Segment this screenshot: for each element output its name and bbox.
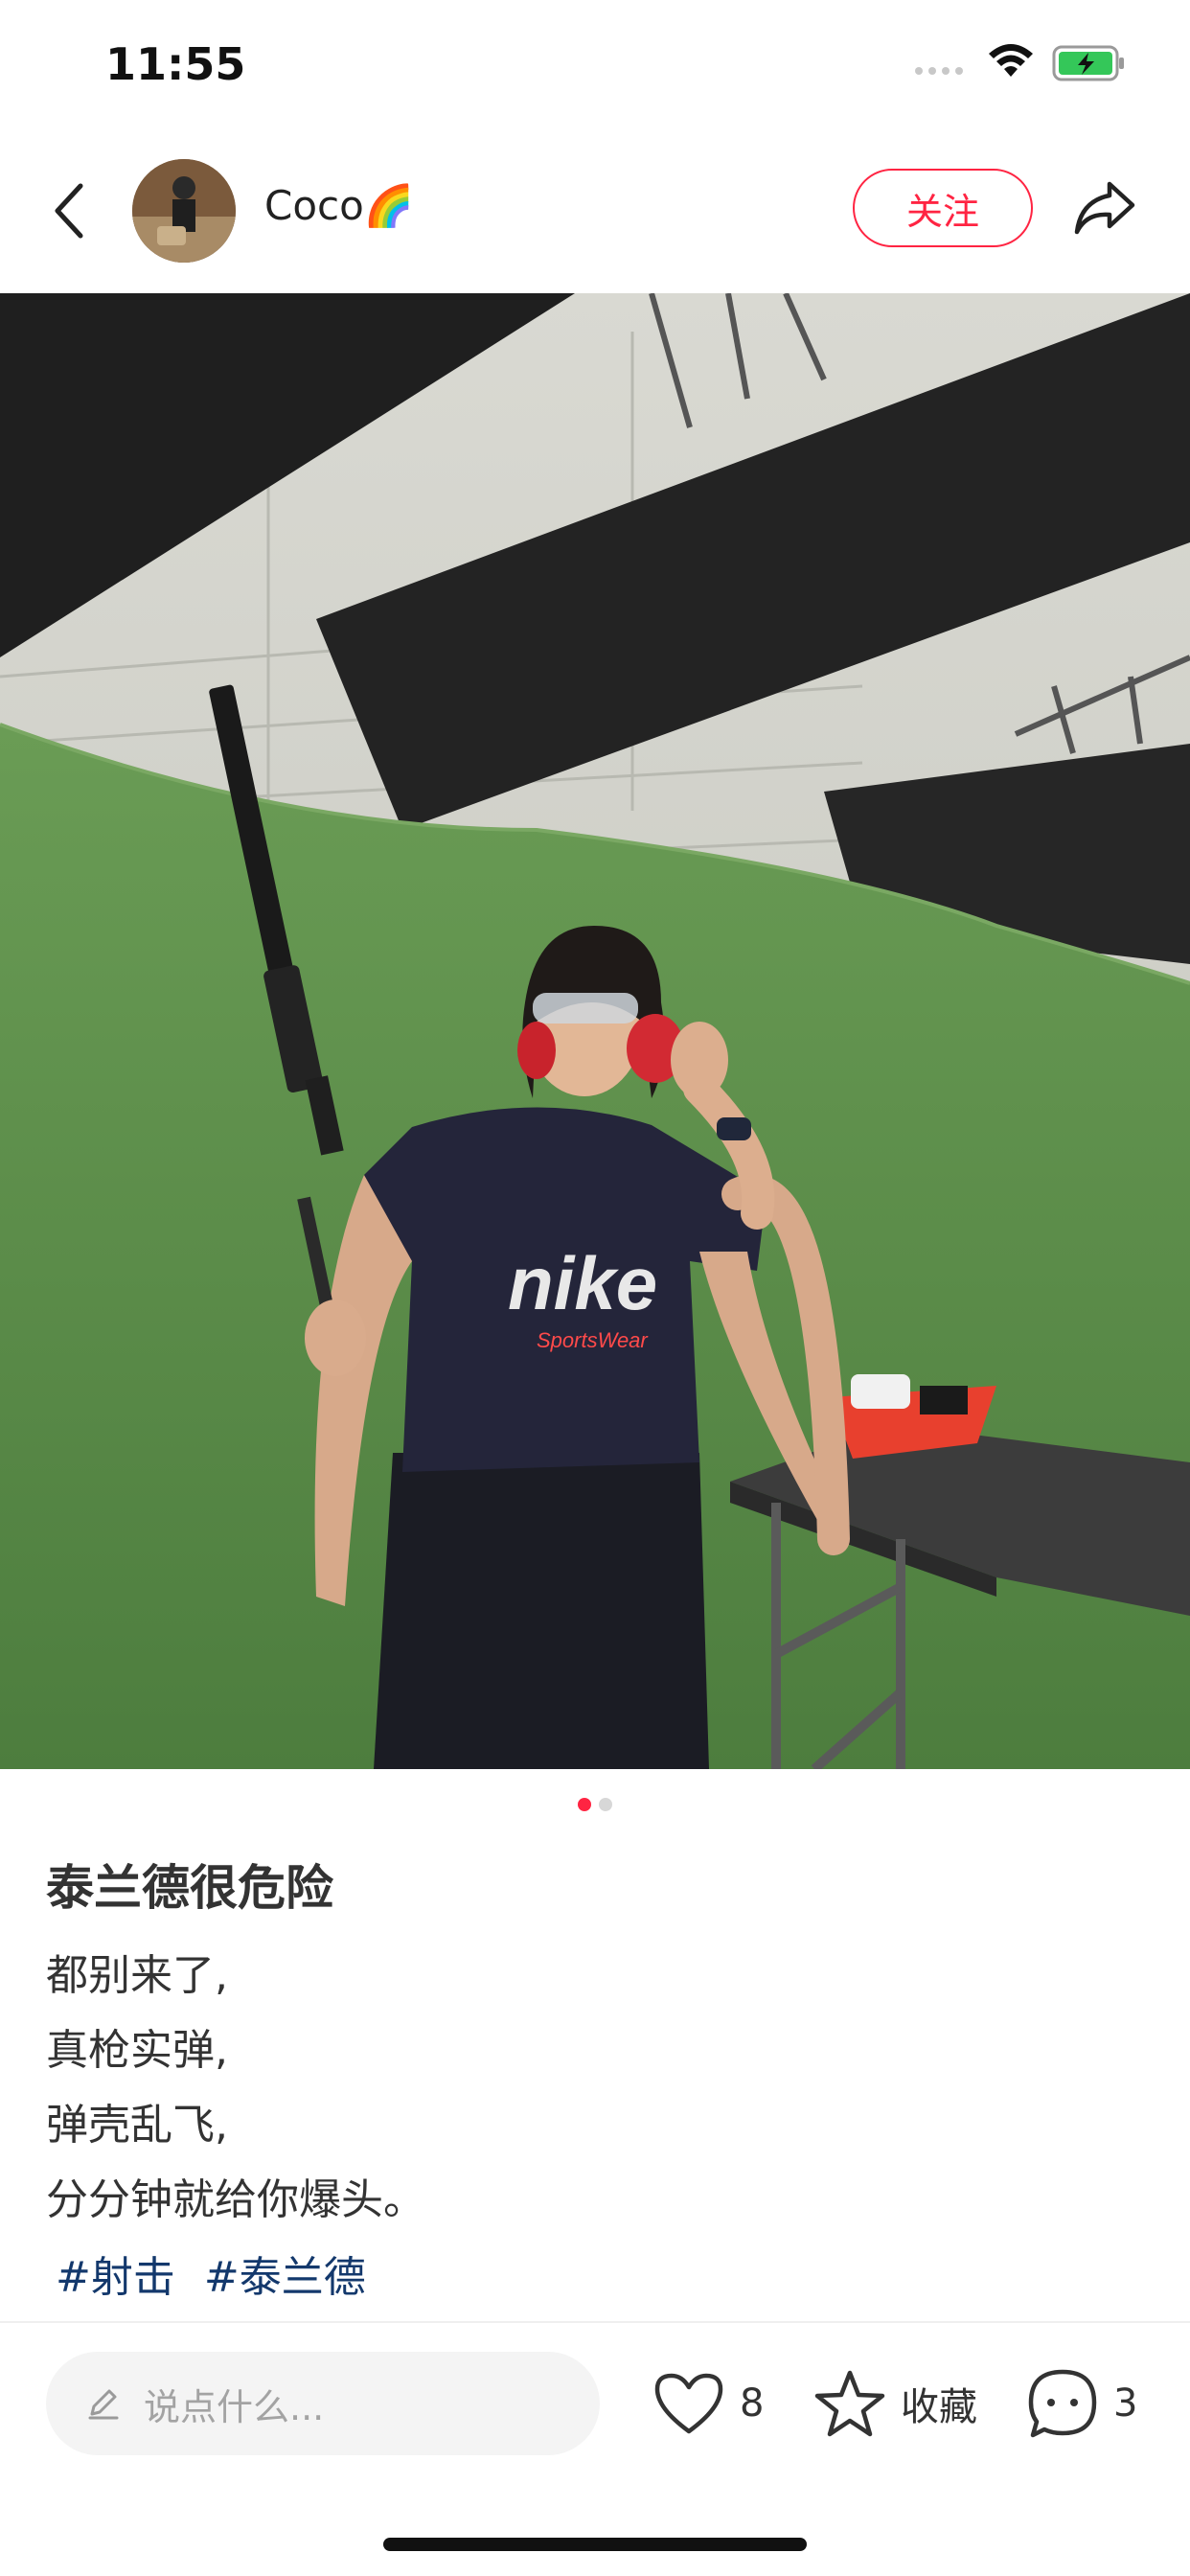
heart-icon [654,2373,723,2434]
cellular-signal-icon [915,67,963,75]
shirt-sub-text: SportsWear [537,1328,649,1352]
comment-count: 3 [1113,2381,1138,2426]
pagination-dot-active[interactable] [578,1798,591,1811]
post-line: 弹壳乱飞, [46,2101,228,2150]
battery-charging-icon [1052,45,1124,81]
avatar[interactable] [132,159,236,263]
post-line: 分分钟就给你爆头。 [46,2175,425,2224]
wifi-icon [989,44,1033,77]
post-tags: #射击 #泰兰德 [56,2242,366,2304]
collect-label: 收藏 [901,2385,977,2429]
status-time: 11:55 [105,38,246,90]
comment-input[interactable]: 说点什么... [46,2352,600,2455]
like-button[interactable]: 8 [652,2363,764,2444]
chevron-left-icon[interactable] [50,180,88,242]
comment-placeholder: 说点什么... [144,2385,325,2428]
collect-button[interactable]: 收藏 [812,2363,977,2444]
comment-button[interactable]: 3 [1025,2363,1137,2444]
bottom-action-bar: 说点什么... 8 收藏 3 [0,2321,1190,2496]
shirt-logo-text: nike [508,1241,657,1325]
star-icon [814,2370,885,2437]
post-body: 都别来了, 真枪实弹, 弹壳乱飞, 分分钟就给你爆头。 [46,1945,425,2244]
author-name[interactable]: Coco🌈 [264,182,414,230]
author-name-text: Coco [264,182,364,229]
post-header: Coco🌈 关注 [0,153,1190,268]
pencil-icon [88,2389,119,2420]
status-bar: 11:55 [0,0,1190,134]
share-icon[interactable] [1071,176,1138,240]
follow-button[interactable]: 关注 [853,169,1033,247]
pagination-dot[interactable] [599,1798,612,1811]
like-count: 8 [740,2381,765,2426]
post-title: 泰兰德很危险 [46,1860,333,1916]
post-line: 真枪实弹, [46,2026,228,2075]
post-image[interactable]: nike SportsWear [0,293,1190,1769]
post-line: 都别来了, [46,1951,228,2000]
image-pagination [0,1798,1190,1811]
tag-tyrande[interactable]: #泰兰德 [204,2242,366,2304]
rainbow-emoji: 🌈 [363,182,415,229]
home-indicator[interactable] [383,2538,807,2551]
comment-bubble-icon [1028,2369,1097,2438]
tag-shooting[interactable]: #射击 [56,2242,175,2304]
